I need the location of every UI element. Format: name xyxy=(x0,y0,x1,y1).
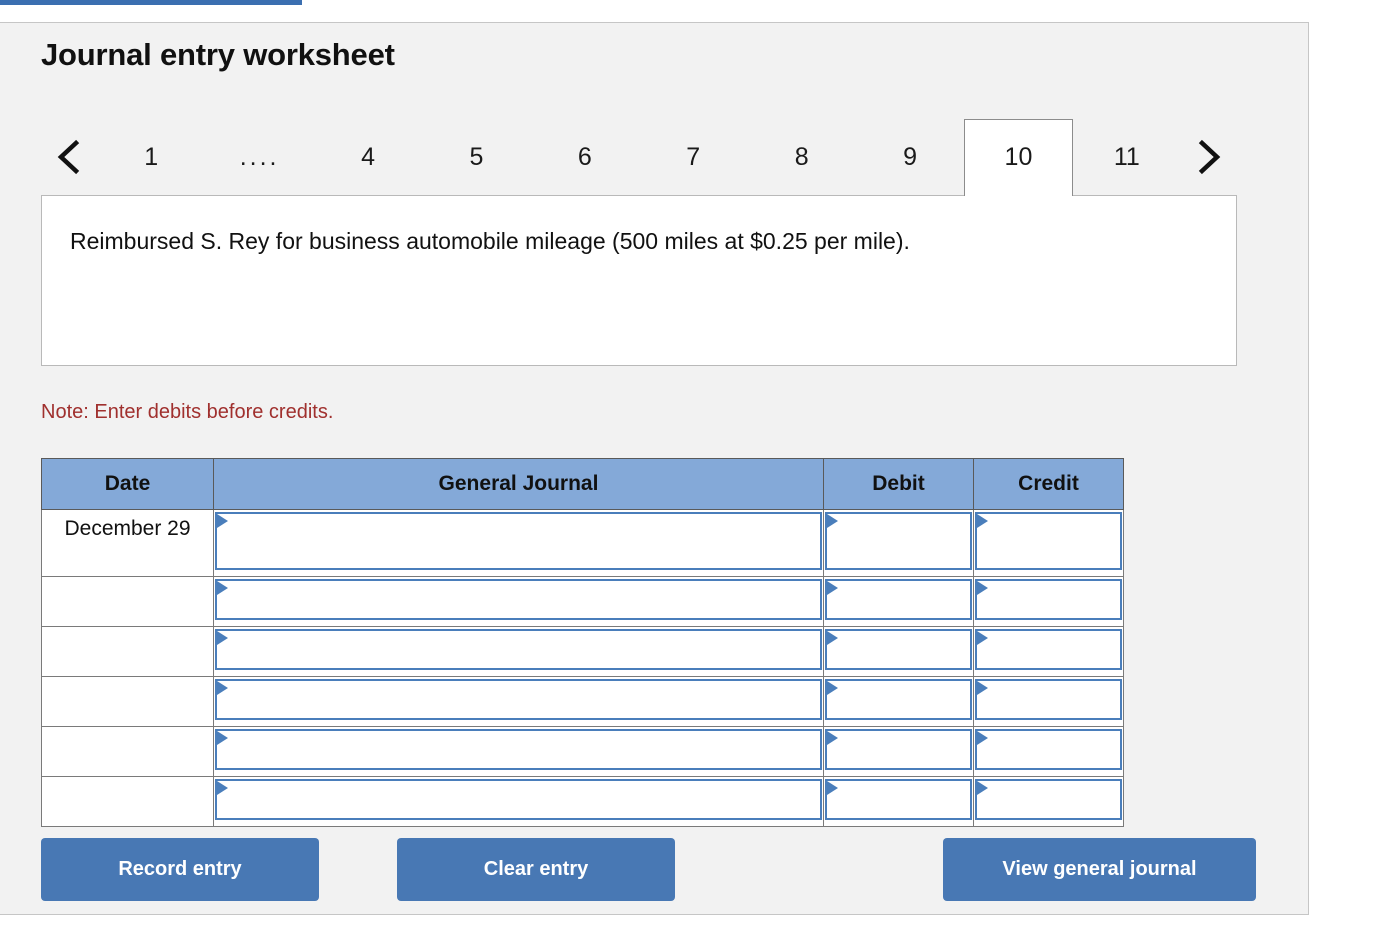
tab-10[interactable]: 10 xyxy=(964,119,1073,196)
credit-input[interactable] xyxy=(975,679,1122,720)
credit-cell[interactable] xyxy=(973,626,1124,677)
general-journal-cell[interactable] xyxy=(213,626,824,677)
date-cell[interactable]: December 29 xyxy=(41,509,214,577)
table-row: December 29 xyxy=(41,509,1124,577)
date-cell[interactable] xyxy=(41,726,214,777)
tab-label: 10 xyxy=(1004,143,1033,171)
transaction-description-box: Reimbursed S. Rey for business automobil… xyxy=(41,195,1237,366)
tab-label: 9 xyxy=(903,143,917,171)
table-row xyxy=(41,776,1124,827)
credit-cell[interactable] xyxy=(973,776,1124,827)
credit-input[interactable] xyxy=(975,779,1122,820)
general-journal-input[interactable] xyxy=(215,729,822,770)
tab-label: .... xyxy=(239,143,280,171)
general-journal-table: Date General Journal Debit Credit Decemb… xyxy=(41,458,1124,827)
debit-cell[interactable] xyxy=(823,726,974,777)
tab-label: 4 xyxy=(361,143,375,171)
date-cell[interactable] xyxy=(41,676,214,727)
credit-input[interactable] xyxy=(975,629,1122,670)
debit-input[interactable] xyxy=(825,579,972,620)
tab-label: 6 xyxy=(577,143,592,171)
credit-input[interactable] xyxy=(975,579,1122,620)
tab-9[interactable]: 9 xyxy=(856,119,964,195)
page-title: Journal entry worksheet xyxy=(41,37,395,72)
tab-1[interactable]: 1 xyxy=(97,119,205,195)
column-header-debit: Debit xyxy=(823,458,974,510)
tab-ellipsis[interactable]: .... xyxy=(205,119,313,195)
general-journal-input[interactable] xyxy=(215,679,822,720)
tab-label: 5 xyxy=(469,143,484,171)
column-header-credit: Credit xyxy=(973,458,1124,510)
tab-8[interactable]: 8 xyxy=(747,119,855,195)
credit-cell[interactable] xyxy=(973,576,1124,627)
debit-cell[interactable] xyxy=(823,776,974,827)
debit-input[interactable] xyxy=(825,679,972,720)
debit-input[interactable] xyxy=(825,629,972,670)
general-journal-input[interactable] xyxy=(215,512,822,570)
table-row xyxy=(41,576,1124,627)
debit-input[interactable] xyxy=(825,512,972,570)
tab-label: 8 xyxy=(794,143,809,171)
general-journal-cell[interactable] xyxy=(213,576,824,627)
general-journal-cell[interactable] xyxy=(213,776,824,827)
debit-cell[interactable] xyxy=(823,676,974,727)
chevron-left-icon[interactable] xyxy=(41,119,97,195)
credit-input[interactable] xyxy=(975,729,1122,770)
general-journal-cell[interactable] xyxy=(213,726,824,777)
view-general-journal-button[interactable]: View general journal xyxy=(943,838,1256,901)
debit-cell[interactable] xyxy=(823,626,974,677)
date-cell[interactable] xyxy=(41,776,214,827)
journal-entry-tabstrip: 1.... 4 5 6 7 8 9 10 11 xyxy=(41,119,1237,196)
transaction-description-text: Reimbursed S. Rey for business automobil… xyxy=(70,228,910,254)
table-row xyxy=(41,726,1124,777)
screenshot-root: Journal entry worksheet 1.... 4 5 6 7 8 9 10 11 … xyxy=(0,0,1390,937)
chevron-right-icon[interactable] xyxy=(1181,119,1237,195)
tab-label: 1 xyxy=(144,143,159,171)
table-header-row: Date General Journal Debit Credit xyxy=(41,458,1124,510)
debit-input[interactable] xyxy=(825,779,972,820)
date-cell[interactable] xyxy=(41,626,214,677)
table-row xyxy=(41,676,1124,727)
table-body: December 29 xyxy=(41,509,1124,827)
tab-label: 11 xyxy=(1113,143,1140,171)
debit-input[interactable] xyxy=(825,729,972,770)
general-journal-cell[interactable] xyxy=(213,676,824,727)
general-journal-input[interactable] xyxy=(215,779,822,820)
credit-cell[interactable] xyxy=(973,726,1124,777)
date-cell[interactable] xyxy=(41,576,214,627)
credit-cell[interactable] xyxy=(973,509,1124,577)
tab-11[interactable]: 11 xyxy=(1073,119,1181,195)
tab-6[interactable]: 6 xyxy=(531,119,639,195)
record-entry-button[interactable]: Record entry xyxy=(41,838,319,901)
credit-cell[interactable] xyxy=(973,676,1124,727)
general-journal-cell[interactable] xyxy=(213,509,824,577)
table-row xyxy=(41,626,1124,677)
tab-label: 7 xyxy=(686,143,701,171)
general-journal-input[interactable] xyxy=(215,579,822,620)
column-header-date: Date xyxy=(41,458,214,510)
tab-row: 1.... 4 5 6 7 8 9 10 11 xyxy=(41,119,1237,196)
tab-7[interactable]: 7 xyxy=(639,119,747,195)
tab-5[interactable]: 5 xyxy=(422,119,530,195)
clear-entry-button[interactable]: Clear entry xyxy=(397,838,675,901)
credit-input[interactable] xyxy=(975,512,1122,570)
general-journal-input[interactable] xyxy=(215,629,822,670)
debits-before-credits-note: Note: Enter debits before credits. xyxy=(41,401,334,423)
tab-4[interactable]: 4 xyxy=(314,119,422,195)
debit-cell[interactable] xyxy=(823,509,974,577)
column-header-general-journal: General Journal xyxy=(213,458,824,510)
debit-cell[interactable] xyxy=(823,576,974,627)
top-accent-bar xyxy=(0,0,302,5)
